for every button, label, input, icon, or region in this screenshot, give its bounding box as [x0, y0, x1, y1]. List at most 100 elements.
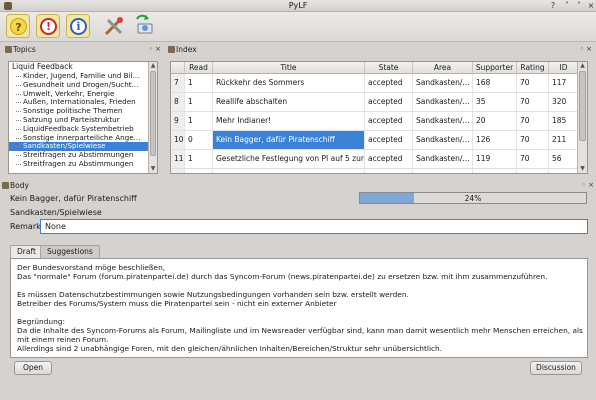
table-cell-title: Gesetzliche Festlegung von PI auf 5 zur.…	[213, 150, 365, 168]
table-row[interactable]: 10 0 Kein Bagger, dafür Piratenschiff accep…	[171, 131, 579, 150]
topics-icon	[5, 46, 12, 53]
progress-label: 24%	[464, 194, 482, 203]
column-header[interactable]: ID	[549, 62, 579, 74]
topic-item[interactable]: LiquidFeedback Systembetrieb	[9, 125, 157, 134]
table-cell-id: 211	[549, 131, 579, 149]
index-icon	[168, 46, 175, 53]
remark-label: Remark	[10, 222, 41, 231]
table-cell-title: Kein Bagger, dafür Piratenschiff	[213, 131, 365, 149]
tab-draft[interactable]: Draft	[10, 245, 43, 259]
table-cell-supporter: 119	[473, 150, 517, 168]
table-row[interactable]: 121Fortsetzung des Sommer...newSandkaste…	[171, 169, 579, 173]
table-cell-supporter: 126	[473, 131, 517, 149]
help-button[interactable]: ?	[6, 14, 30, 38]
table-cell-state: accepted	[365, 131, 413, 149]
window-title: PyLF	[288, 1, 308, 10]
draft-line: Allerdings sind 2 unabhängige Foren, mit…	[17, 344, 443, 353]
table-cell-title: Rückkehr des Sommers	[213, 74, 365, 92]
topic-item[interactable]: Sandkasten/Spielwiese	[9, 142, 157, 152]
help-window-button[interactable]: ?	[548, 1, 558, 11]
topics-scrollbar[interactable]: ▲ ▼	[148, 62, 157, 173]
table-cell-id: 117	[549, 74, 579, 92]
topic-item[interactable]: Kinder, Jugend, Familie und Bil...	[9, 72, 157, 81]
topic-item[interactable]: Satzung und Parteistruktur	[9, 116, 157, 125]
draft-text[interactable]: Der Bundesvorstand möge beschließen, Das …	[10, 258, 588, 358]
column-header[interactable]: Supporter	[473, 62, 517, 74]
tab-suggestions[interactable]: Suggestions	[40, 245, 100, 258]
column-header[interactable]: State	[365, 62, 413, 74]
table-row[interactable]: 11 1 Gesetzliche Festlegung von PI auf 5 z…	[171, 150, 579, 169]
body-title: Body	[10, 181, 29, 190]
topic-item[interactable]: Streitfragen zu Abstimmungen	[9, 160, 157, 169]
stop-button[interactable]: !	[36, 14, 60, 38]
table-cell-area: Sandkasten/...	[413, 74, 473, 92]
table-row[interactable]: 8 1 Reallife abschalten accepted Sandkasten/…	[171, 93, 579, 112]
table-cell-area: Sandkasten/...	[413, 169, 473, 173]
topic-item[interactable]: Sonstige innerparteiliche Ange...	[9, 134, 157, 143]
table-cell-area: Sandkasten/...	[413, 131, 473, 149]
scroll-thumb[interactable]	[150, 71, 156, 156]
topics-title: Topics	[13, 45, 36, 54]
scroll-down-icon[interactable]: ▼	[578, 165, 587, 173]
index-scrollbar[interactable]: ▲ ▼	[577, 62, 587, 173]
index-title: Index	[176, 45, 197, 54]
table-cell-n: 11	[171, 150, 185, 168]
minimize-button[interactable]: ˅	[562, 1, 572, 11]
scroll-up-icon[interactable]: ▲	[578, 62, 587, 70]
body-dock-controls[interactable]: ◦ ×	[582, 180, 594, 191]
table-cell-read: 1	[185, 169, 213, 173]
scroll-down-icon[interactable]: ▼	[149, 165, 157, 173]
table-cell-title: Fortsetzung des Sommer...	[213, 169, 365, 173]
column-header[interactable]	[171, 62, 185, 74]
table-cell-rating: 70	[517, 131, 549, 149]
draft-line	[17, 281, 581, 290]
table-row[interactable]: 7 1 Rückkehr des Sommers accepted Sandkasten…	[171, 74, 579, 93]
open-button[interactable]: Open	[14, 361, 52, 375]
column-header[interactable]: Title	[213, 62, 365, 74]
tools-button[interactable]	[102, 14, 126, 38]
draft-line: Betreiber des Forums/System muss die Pir…	[17, 299, 337, 308]
table-cell-n: 9	[171, 112, 185, 130]
column-header[interactable]: Read	[185, 62, 213, 74]
index-dock-controls[interactable]: ◦ ×	[580, 44, 592, 55]
table-cell-id: 459	[549, 169, 579, 173]
scroll-up-icon[interactable]: ▲	[149, 62, 157, 70]
topic-item[interactable]: Umwelt, Verkehr, Energie	[9, 90, 157, 99]
table-cell-n: 7	[171, 74, 185, 92]
discussion-button[interactable]: Discussion	[530, 361, 582, 375]
index-table: Read Title State Area Supporter Rating ID 7 1 Rü…	[170, 61, 588, 174]
table-cell-area: Sandkasten/...	[413, 93, 473, 111]
main-toolbar: ? ! i	[0, 12, 596, 42]
topic-item[interactable]: Gesundheit und Drogen/Sucht...	[9, 81, 157, 90]
table-cell-id: 320	[549, 93, 579, 111]
tree-root[interactable]: Liquid Feedback	[9, 62, 157, 72]
scroll-thumb[interactable]	[579, 71, 586, 141]
table-cell-n: 12	[171, 169, 185, 173]
table-row[interactable]: 9 1 Mehr Indianer! accepted Sandkasten/... 20…	[171, 112, 579, 131]
remark-input[interactable]: None	[40, 219, 588, 234]
topic-item[interactable]: Streitfragen zu Abstimmungen	[9, 151, 157, 160]
table-cell-state: accepted	[365, 112, 413, 130]
table-cell-rating: 70	[517, 112, 549, 130]
refresh-button[interactable]	[132, 14, 156, 38]
stop-icon: !	[40, 18, 57, 35]
info-button[interactable]: i	[66, 14, 90, 38]
window-titlebar: PyLF ? ˅ ˄ ×	[0, 0, 596, 12]
table-cell-read: 1	[185, 93, 213, 111]
table-cell-rating: 70	[517, 74, 549, 92]
topic-item[interactable]: Außen, Internationales, Frieden	[9, 98, 157, 107]
info-icon: i	[70, 18, 87, 35]
maximize-button[interactable]: ˄	[574, 1, 584, 11]
body-header: Body ◦ ×	[0, 180, 596, 191]
table-cell-title: Reallife abschalten	[213, 93, 365, 111]
topics-dock-controls[interactable]: ◦ ×	[149, 44, 161, 55]
table-cell-id: 185	[549, 112, 579, 130]
column-header[interactable]: Rating	[517, 62, 549, 74]
table-cell-supporter: 35	[473, 93, 517, 111]
table-cell-area: Sandkasten/...	[413, 150, 473, 168]
tools-icon	[104, 17, 123, 36]
column-header[interactable]: Area	[413, 62, 473, 74]
close-button[interactable]: ×	[586, 1, 596, 11]
draft-line	[17, 308, 581, 317]
topic-item[interactable]: Sonstige politische Themen	[9, 107, 157, 116]
